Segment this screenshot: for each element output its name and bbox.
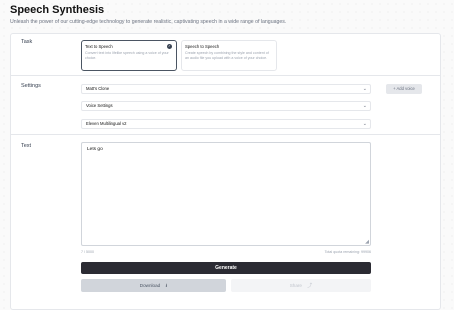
speech-synthesis-panel: Task Text to Speech Convert text into li… [10, 33, 441, 310]
check-icon: ✓ [167, 44, 172, 49]
chevron-down-icon: ⌄ [362, 103, 367, 109]
speech-to-speech-desc: Create speech by combining the style and… [185, 51, 269, 60]
chevron-down-icon: ⌄ [362, 121, 367, 127]
voice-select-value: Matt's Clone [86, 86, 110, 91]
speech-to-speech-title: Speech to Speech [185, 44, 220, 49]
character-counter: 7 / 5000 [81, 250, 94, 254]
text-to-speech-title: Text to Speech [85, 44, 113, 49]
model-select-value: Eleven Multilingual v2 [86, 121, 127, 126]
settings-row: Settings Matt's Clone ⌄ + Add voice Voic… [11, 76, 440, 135]
settings-label: Settings [21, 83, 41, 89]
task-row: Task Text to Speech Convert text into li… [11, 34, 440, 76]
quota-remaining: Total quota remaining: 99906 [324, 250, 371, 254]
add-voice-button[interactable]: + Add voice [386, 84, 422, 94]
voice-select[interactable]: Matt's Clone ⌄ [81, 84, 371, 94]
model-select[interactable]: Eleven Multilingual v2 ⌄ [81, 119, 371, 129]
voice-settings-label: Voice Settings [86, 103, 113, 108]
text-to-speech-desc: Convert text into lifelike speech using … [85, 51, 169, 60]
text-input[interactable]: Lets go ◢ [81, 142, 371, 246]
text-label: Text [21, 143, 32, 149]
plus-icon: + [393, 86, 396, 91]
share-icon: ⤴ [307, 283, 313, 289]
download-label: Download [139, 283, 161, 288]
speech-to-speech-option[interactable]: Speech to Speech Create speech by combin… [181, 40, 277, 71]
text-input-value: Lets go [87, 147, 103, 152]
generate-button[interactable]: Generate [81, 262, 371, 274]
add-voice-label: Add voice [396, 86, 415, 91]
page-subtitle: Unleash the power of our cutting-edge te… [10, 19, 287, 25]
download-button[interactable]: Download ⭳ [81, 279, 226, 292]
share-button[interactable]: Share ⤴ [231, 279, 371, 292]
task-label: Task [21, 39, 33, 45]
text-to-speech-option[interactable]: Text to Speech Convert text into lifelik… [81, 40, 177, 71]
share-label: Share [289, 283, 302, 288]
chevron-down-icon: ⌄ [362, 86, 367, 92]
voice-settings-select[interactable]: Voice Settings ⌄ [81, 101, 371, 111]
resize-grip-icon[interactable]: ◢ [365, 239, 369, 245]
download-icon: ⭳ [165, 283, 168, 289]
page-title: Speech Synthesis [10, 4, 105, 16]
